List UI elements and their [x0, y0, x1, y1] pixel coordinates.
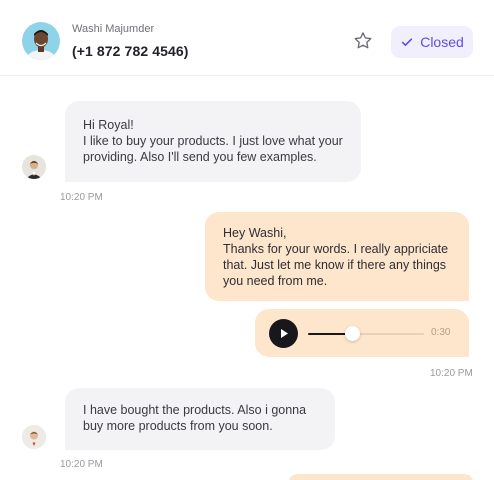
- message-text: I have bought the products. Also i gonna: [83, 403, 307, 417]
- message-bubble-incoming[interactable]: I have bought the products. Also i gonna…: [65, 388, 335, 450]
- sender-avatar: [22, 155, 46, 179]
- message-timestamp: 10:20 PM: [60, 459, 103, 470]
- audio-duration: 0:30: [431, 327, 451, 338]
- chat-header: Washi Majumder (+1 872 782 4546) Closed: [0, 0, 494, 76]
- message-text: Hey Washi,: [223, 226, 287, 240]
- audio-message: 0:30: [255, 309, 469, 357]
- favorite-button[interactable]: [352, 30, 374, 52]
- message-bubble-incoming[interactable]: Hi Royal! I like to buy your products. I…: [65, 101, 361, 182]
- audio-progress-track[interactable]: [308, 333, 424, 335]
- star-icon: [354, 32, 372, 49]
- contact-phone: (+1 872 782 4546): [72, 43, 189, 59]
- check-icon: [402, 38, 413, 47]
- message-text: Thanks for your words. I really appricia…: [223, 242, 449, 256]
- sender-avatar: [22, 425, 46, 449]
- contact-avatar[interactable]: [22, 22, 60, 60]
- play-button[interactable]: [269, 319, 298, 348]
- message-text: you need from me.: [223, 274, 328, 288]
- message-bubble-outgoing[interactable]: Hey Washi, Thanks for your words. I real…: [205, 212, 469, 301]
- contact-name: Washi Majumder: [72, 23, 155, 35]
- message-text: I like to buy your products. I just love…: [83, 134, 343, 148]
- status-closed-button[interactable]: Closed: [391, 26, 473, 58]
- message-text: Hi Royal!: [83, 118, 134, 132]
- message-text: providing. Also I'll send you few exampl…: [83, 150, 317, 164]
- message-text: that. Just let me know if there any thin…: [223, 258, 447, 272]
- play-icon: [280, 329, 288, 338]
- audio-scrubber-handle[interactable]: [344, 326, 360, 341]
- message-text: buy more products from you soon.: [83, 419, 273, 433]
- message-timestamp: 10:20 PM: [60, 192, 103, 203]
- message-bubble-outgoing[interactable]: [288, 474, 474, 480]
- status-label: Closed: [420, 34, 464, 50]
- message-timestamp: 10:20 PM: [430, 368, 473, 379]
